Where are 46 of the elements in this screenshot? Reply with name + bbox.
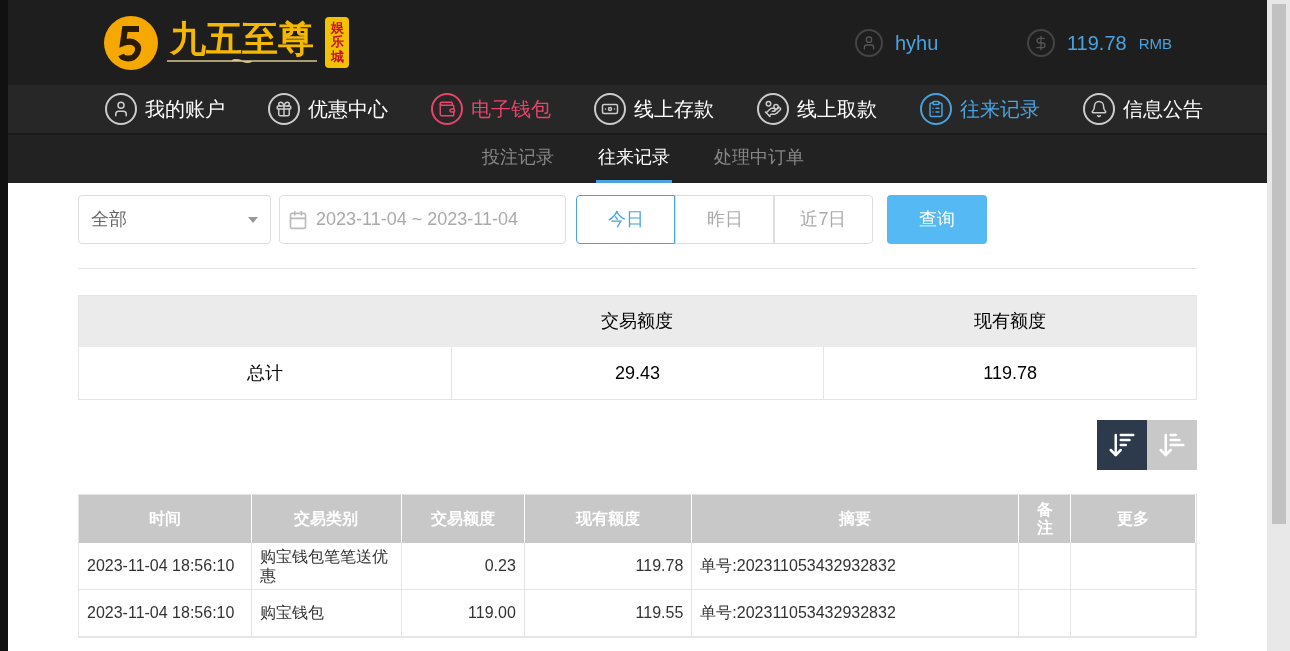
nav-item[interactable]: 线上取款 xyxy=(757,93,877,125)
bell-icon xyxy=(1083,93,1115,125)
nav-item[interactable]: 优惠中心 xyxy=(268,93,388,125)
logo-text: 九五至尊 xyxy=(170,19,314,56)
username[interactable]: hyhu xyxy=(894,27,1015,58)
dropdown-caret-icon xyxy=(248,216,258,223)
nav-item[interactable]: 往来记录 xyxy=(920,93,1040,125)
table-cell: 单号:202311053432932832 xyxy=(700,556,896,576)
sub-tab[interactable]: 投注记录 xyxy=(479,135,556,183)
user-icon xyxy=(854,28,883,57)
logo-badge: 娱乐城 xyxy=(325,17,349,68)
banknote-icon xyxy=(594,93,626,125)
summary-header-cell-text: 现有额度 xyxy=(972,310,1047,333)
quick-date-button[interactable]: 今日 xyxy=(576,195,675,244)
table-cell: 单号:202311053432932832 xyxy=(700,603,896,623)
table-cell: 119.00 xyxy=(468,603,516,623)
type-select[interactable]: 全部 xyxy=(78,195,271,244)
scrollbar-thumb[interactable] xyxy=(1271,4,1286,524)
summary-cell: 29.43 xyxy=(450,347,824,399)
nav-item[interactable]: 信息公告 xyxy=(1083,93,1203,125)
table-cell: 119.78 xyxy=(635,556,684,576)
sub-tab[interactable]: 往来记录 xyxy=(595,135,672,183)
summary-cell: 119.78 xyxy=(823,347,1196,399)
currency-label: RMB xyxy=(1138,34,1172,55)
calendar-icon xyxy=(288,209,308,230)
dollar-icon xyxy=(1026,28,1055,57)
sub-tab[interactable]: 处理中订单 xyxy=(711,135,806,183)
hand-coins-icon xyxy=(757,93,789,125)
summary-header-cell-text: 交易额度 xyxy=(600,310,675,333)
balance-amount: 119.78 xyxy=(1066,30,1127,56)
nav-item[interactable]: 线上存款 xyxy=(594,93,714,125)
sort-descending-button[interactable] xyxy=(1097,420,1147,470)
wallet-icon xyxy=(431,93,463,125)
table-cell: 0.23 xyxy=(484,556,516,576)
user-icon xyxy=(105,93,137,125)
table-cell: 2023-11-04 18:56:10 xyxy=(87,603,235,623)
nav-item[interactable]: 我的账户 xyxy=(105,93,225,125)
nav-item[interactable]: 电子钱包 xyxy=(431,93,551,125)
table-cell-text: 购宝钱包笔笔送优惠 xyxy=(259,546,389,586)
summary-row-label: 总计 xyxy=(245,361,284,385)
table-cell: 119.55 xyxy=(635,603,684,623)
logo-emblem-icon xyxy=(103,14,159,71)
gift-icon xyxy=(268,93,300,125)
clipboard-icon xyxy=(920,93,952,125)
table-cell: 购宝钱包 xyxy=(259,603,324,623)
table-cell: 2023-11-04 18:56:10 xyxy=(87,556,235,576)
